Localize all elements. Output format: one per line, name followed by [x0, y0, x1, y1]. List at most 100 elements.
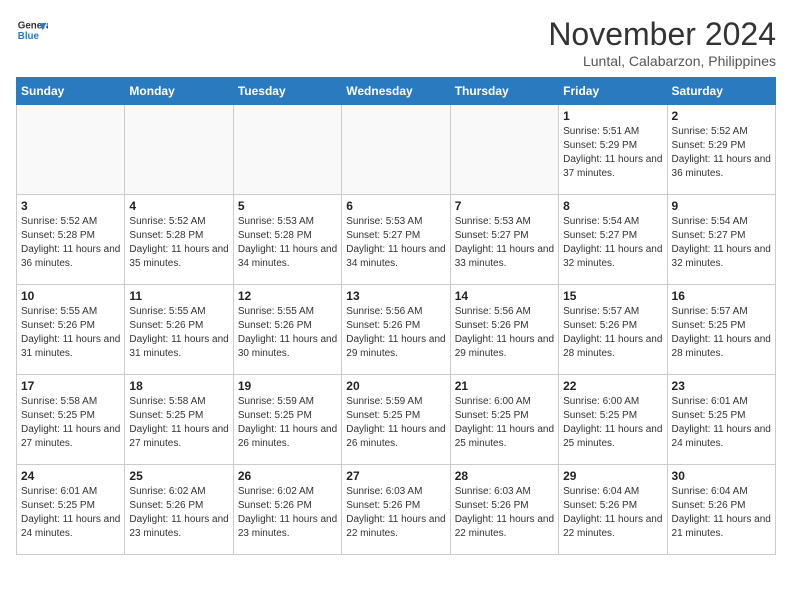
day-info: Sunrise: 6:03 AM Sunset: 5:26 PM Dayligh…	[346, 485, 445, 541]
day-info: Sunrise: 5:55 AM Sunset: 5:26 PM Dayligh…	[21, 305, 120, 361]
day-number: 17	[21, 379, 120, 393]
day-info: Sunrise: 5:54 AM Sunset: 5:27 PM Dayligh…	[672, 215, 771, 271]
day-number: 14	[455, 289, 554, 303]
day-info: Sunrise: 5:53 AM Sunset: 5:27 PM Dayligh…	[455, 215, 554, 271]
calendar-cell-4-4: 28Sunrise: 6:03 AM Sunset: 5:26 PM Dayli…	[450, 465, 558, 555]
day-info: Sunrise: 6:04 AM Sunset: 5:26 PM Dayligh…	[563, 485, 662, 541]
week-row-0: 1 Sunrise: 5:51 AM Sunset: 5:29 PM Daylig…	[17, 105, 776, 195]
day-info: Sunrise: 5:56 AM Sunset: 5:26 PM Dayligh…	[455, 305, 554, 361]
calendar-cell-4-3: 27Sunrise: 6:03 AM Sunset: 5:26 PM Dayli…	[342, 465, 450, 555]
day-number: 3	[21, 199, 120, 213]
calendar-cell-1-1: 4Sunrise: 5:52 AM Sunset: 5:28 PM Daylig…	[125, 195, 233, 285]
day-info: Sunrise: 6:02 AM Sunset: 5:26 PM Dayligh…	[129, 485, 228, 541]
day-info: Sunrise: 5:57 AM Sunset: 5:25 PM Dayligh…	[672, 305, 771, 361]
calendar-cell-0-2	[233, 105, 341, 195]
day-number: 7	[455, 199, 554, 213]
calendar-cell-2-5: 15 Sunrise: 5:57 AM Sunset: 5:26 PM Dayli…	[559, 285, 667, 375]
day-number: 4	[129, 199, 228, 213]
calendar-cell-1-4: 7 Sunrise: 5:53 AM Sunset: 5:27 PM Daylig…	[450, 195, 558, 285]
day-number: 11	[129, 289, 228, 303]
calendar-cell-4-5: 29 Sunrise: 6:04 AM Sunset: 5:26 PM Dayli…	[559, 465, 667, 555]
calendar-cell-2-3: 13 Sunrise: 5:56 AM Sunset: 5:26 PM Dayli…	[342, 285, 450, 375]
day-number: 13	[346, 289, 445, 303]
day-info: Sunrise: 5:57 AM Sunset: 5:26 PM Dayligh…	[563, 305, 662, 361]
day-number: 2	[672, 109, 771, 123]
page-subtitle: Luntal, Calabarzon, Philippines	[548, 53, 776, 69]
day-number: 22	[563, 379, 662, 393]
calendar-cell-0-5: 1 Sunrise: 5:51 AM Sunset: 5:29 PM Daylig…	[559, 105, 667, 195]
calendar-cell-3-0: 17 Sunrise: 5:58 AM Sunset: 5:25 PM Dayli…	[17, 375, 125, 465]
day-number: 12	[238, 289, 337, 303]
day-number: 6	[346, 199, 445, 213]
day-info: Sunrise: 5:59 AM Sunset: 5:25 PM Dayligh…	[238, 395, 337, 451]
day-number: 30	[672, 469, 771, 483]
day-info: Sunrise: 5:55 AM Sunset: 5:26 PM Dayligh…	[238, 305, 337, 361]
calendar-cell-1-2: 5 Sunrise: 5:53 AM Sunset: 5:28 PM Daylig…	[233, 195, 341, 285]
calendar-cell-1-3: 6 Sunrise: 5:53 AM Sunset: 5:27 PM Daylig…	[342, 195, 450, 285]
week-row-1: 3 Sunrise: 5:52 AM Sunset: 5:28 PM Daylig…	[17, 195, 776, 285]
day-info: Sunrise: 5:52 AM Sunset: 5:28 PM Dayligh…	[21, 215, 120, 271]
day-info: Sunrise: 5:54 AM Sunset: 5:27 PM Dayligh…	[563, 215, 662, 271]
calendar-cell-2-2: 12 Sunrise: 5:55 AM Sunset: 5:26 PM Dayli…	[233, 285, 341, 375]
col-thursday: Thursday	[450, 78, 558, 105]
day-number: 5	[238, 199, 337, 213]
calendar-cell-4-2: 26 Sunrise: 6:02 AM Sunset: 5:26 PM Dayli…	[233, 465, 341, 555]
title-block: November 2024 Luntal, Calabarzon, Philip…	[548, 16, 776, 69]
day-info: Sunrise: 5:51 AM Sunset: 5:29 PM Dayligh…	[563, 125, 662, 181]
calendar-cell-4-6: 30 Sunrise: 6:04 AM Sunset: 5:26 PM Dayli…	[667, 465, 775, 555]
day-info: Sunrise: 6:01 AM Sunset: 5:25 PM Dayligh…	[672, 395, 771, 451]
calendar-cell-0-0	[17, 105, 125, 195]
col-wednesday: Wednesday	[342, 78, 450, 105]
day-number: 29	[563, 469, 662, 483]
day-number: 23	[672, 379, 771, 393]
day-info: Sunrise: 6:03 AM Sunset: 5:26 PM Dayligh…	[455, 485, 554, 541]
week-row-2: 10Sunrise: 5:55 AM Sunset: 5:26 PM Dayli…	[17, 285, 776, 375]
day-number: 9	[672, 199, 771, 213]
calendar-cell-0-1	[125, 105, 233, 195]
calendar-table: Sunday Monday Tuesday Wednesday Thursday…	[16, 77, 776, 555]
day-info: Sunrise: 5:58 AM Sunset: 5:25 PM Dayligh…	[129, 395, 228, 451]
calendar-cell-1-5: 8Sunrise: 5:54 AM Sunset: 5:27 PM Daylig…	[559, 195, 667, 285]
day-info: Sunrise: 5:58 AM Sunset: 5:25 PM Dayligh…	[21, 395, 120, 451]
calendar-cell-3-1: 18Sunrise: 5:58 AM Sunset: 5:25 PM Dayli…	[125, 375, 233, 465]
calendar-cell-2-0: 10Sunrise: 5:55 AM Sunset: 5:26 PM Dayli…	[17, 285, 125, 375]
calendar-cell-0-6: 2 Sunrise: 5:52 AM Sunset: 5:29 PM Daylig…	[667, 105, 775, 195]
week-row-4: 24Sunrise: 6:01 AM Sunset: 5:25 PM Dayli…	[17, 465, 776, 555]
day-info: Sunrise: 5:53 AM Sunset: 5:28 PM Dayligh…	[238, 215, 337, 271]
logo: General Blue	[16, 16, 48, 48]
calendar-cell-3-3: 20 Sunrise: 5:59 AM Sunset: 5:25 PM Dayli…	[342, 375, 450, 465]
day-info: Sunrise: 5:52 AM Sunset: 5:29 PM Dayligh…	[672, 125, 771, 181]
calendar-cell-4-0: 24Sunrise: 6:01 AM Sunset: 5:25 PM Dayli…	[17, 465, 125, 555]
day-number: 19	[238, 379, 337, 393]
day-number: 20	[346, 379, 445, 393]
day-number: 26	[238, 469, 337, 483]
calendar-cell-3-6: 23 Sunrise: 6:01 AM Sunset: 5:25 PM Dayli…	[667, 375, 775, 465]
col-sunday: Sunday	[17, 78, 125, 105]
calendar-cell-3-4: 21 Sunrise: 6:00 AM Sunset: 5:25 PM Dayli…	[450, 375, 558, 465]
calendar-cell-3-2: 19 Sunrise: 5:59 AM Sunset: 5:25 PM Dayli…	[233, 375, 341, 465]
calendar-cell-1-0: 3 Sunrise: 5:52 AM Sunset: 5:28 PM Daylig…	[17, 195, 125, 285]
calendar-cell-3-5: 22 Sunrise: 6:00 AM Sunset: 5:25 PM Dayli…	[559, 375, 667, 465]
day-info: Sunrise: 6:02 AM Sunset: 5:26 PM Dayligh…	[238, 485, 337, 541]
day-number: 16	[672, 289, 771, 303]
day-info: Sunrise: 5:55 AM Sunset: 5:26 PM Dayligh…	[129, 305, 228, 361]
day-info: Sunrise: 6:00 AM Sunset: 5:25 PM Dayligh…	[563, 395, 662, 451]
day-number: 15	[563, 289, 662, 303]
day-number: 25	[129, 469, 228, 483]
page-header: General Blue November 2024 Luntal, Calab…	[16, 16, 776, 69]
day-info: Sunrise: 5:59 AM Sunset: 5:25 PM Dayligh…	[346, 395, 445, 451]
day-number: 1	[563, 109, 662, 123]
day-info: Sunrise: 5:56 AM Sunset: 5:26 PM Dayligh…	[346, 305, 445, 361]
calendar-cell-0-4	[450, 105, 558, 195]
col-tuesday: Tuesday	[233, 78, 341, 105]
calendar-cell-1-6: 9 Sunrise: 5:54 AM Sunset: 5:27 PM Daylig…	[667, 195, 775, 285]
day-info: Sunrise: 6:00 AM Sunset: 5:25 PM Dayligh…	[455, 395, 554, 451]
day-number: 21	[455, 379, 554, 393]
day-info: Sunrise: 5:53 AM Sunset: 5:27 PM Dayligh…	[346, 215, 445, 271]
col-friday: Friday	[559, 78, 667, 105]
calendar-cell-2-1: 11 Sunrise: 5:55 AM Sunset: 5:26 PM Dayli…	[125, 285, 233, 375]
col-saturday: Saturday	[667, 78, 775, 105]
svg-text:Blue: Blue	[18, 31, 40, 42]
day-info: Sunrise: 6:04 AM Sunset: 5:26 PM Dayligh…	[672, 485, 771, 541]
calendar-header-row: Sunday Monday Tuesday Wednesday Thursday…	[17, 78, 776, 105]
